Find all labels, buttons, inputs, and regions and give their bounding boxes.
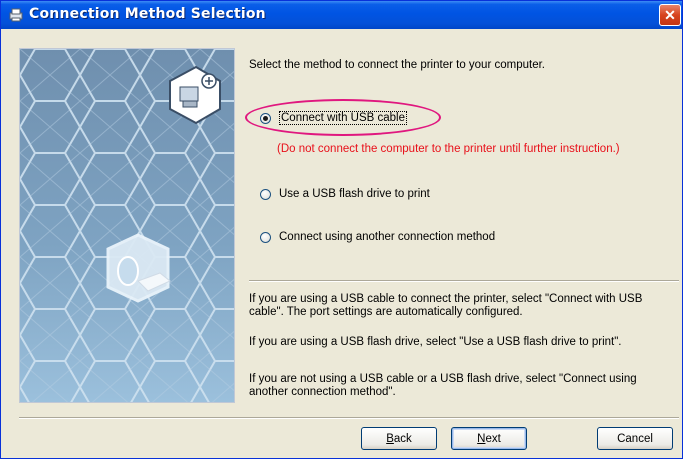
radio-other-connection[interactable]: [260, 231, 271, 243]
next-accelerator: N: [477, 432, 486, 445]
option-other-connection-label: Connect using another connection method: [279, 231, 496, 243]
separator: [249, 280, 679, 282]
option-usb-flash-drive[interactable]: Use a USB flash drive to print: [260, 188, 430, 200]
radio-selected-dot: [263, 115, 268, 121]
footer-separator: [19, 417, 679, 419]
next-label: ext: [485, 432, 501, 445]
dialog-window: Connection Method Selection ✕ Select the…: [0, 0, 683, 459]
back-label: ack: [393, 432, 412, 445]
option-usb-cable-label: Connect with USB cable: [279, 111, 408, 125]
help-other-connection: If you are not using a USB cable or a US…: [249, 373, 637, 398]
help-usb-cable: If you are using a USB cable to connect …: [249, 293, 643, 318]
back-accelerator: B: [386, 432, 394, 445]
instruction-text: Select the method to connect the printer…: [249, 59, 545, 71]
radio-usb-flash-drive[interactable]: [260, 188, 271, 200]
close-button[interactable]: ✕: [659, 4, 681, 26]
help-usb-flash-drive: If you are using a USB flash drive, sele…: [249, 336, 622, 348]
back-button[interactable]: Back: [361, 427, 437, 450]
printer-device-icon: [106, 233, 171, 303]
side-illustration: [19, 48, 235, 403]
next-button[interactable]: Next: [451, 427, 527, 450]
radio-usb-cable[interactable]: [260, 112, 271, 124]
hexagon-background-image: [20, 49, 234, 402]
option-other-connection[interactable]: Connect using another connection method: [260, 231, 495, 243]
cancel-label: Cancel: [617, 432, 653, 445]
title-bar[interactable]: Connection Method Selection ✕: [1, 1, 682, 29]
printer-setup-icon: [9, 8, 23, 22]
cancel-button[interactable]: Cancel: [597, 427, 673, 450]
option-usb-cable[interactable]: Connect with USB cable: [260, 111, 408, 125]
warning-text: (Do not connect the computer to the prin…: [277, 143, 620, 155]
close-icon: ✕: [664, 6, 676, 23]
window-title: Connection Method Selection: [29, 6, 266, 22]
option-usb-flash-drive-label: Use a USB flash drive to print: [279, 188, 430, 200]
